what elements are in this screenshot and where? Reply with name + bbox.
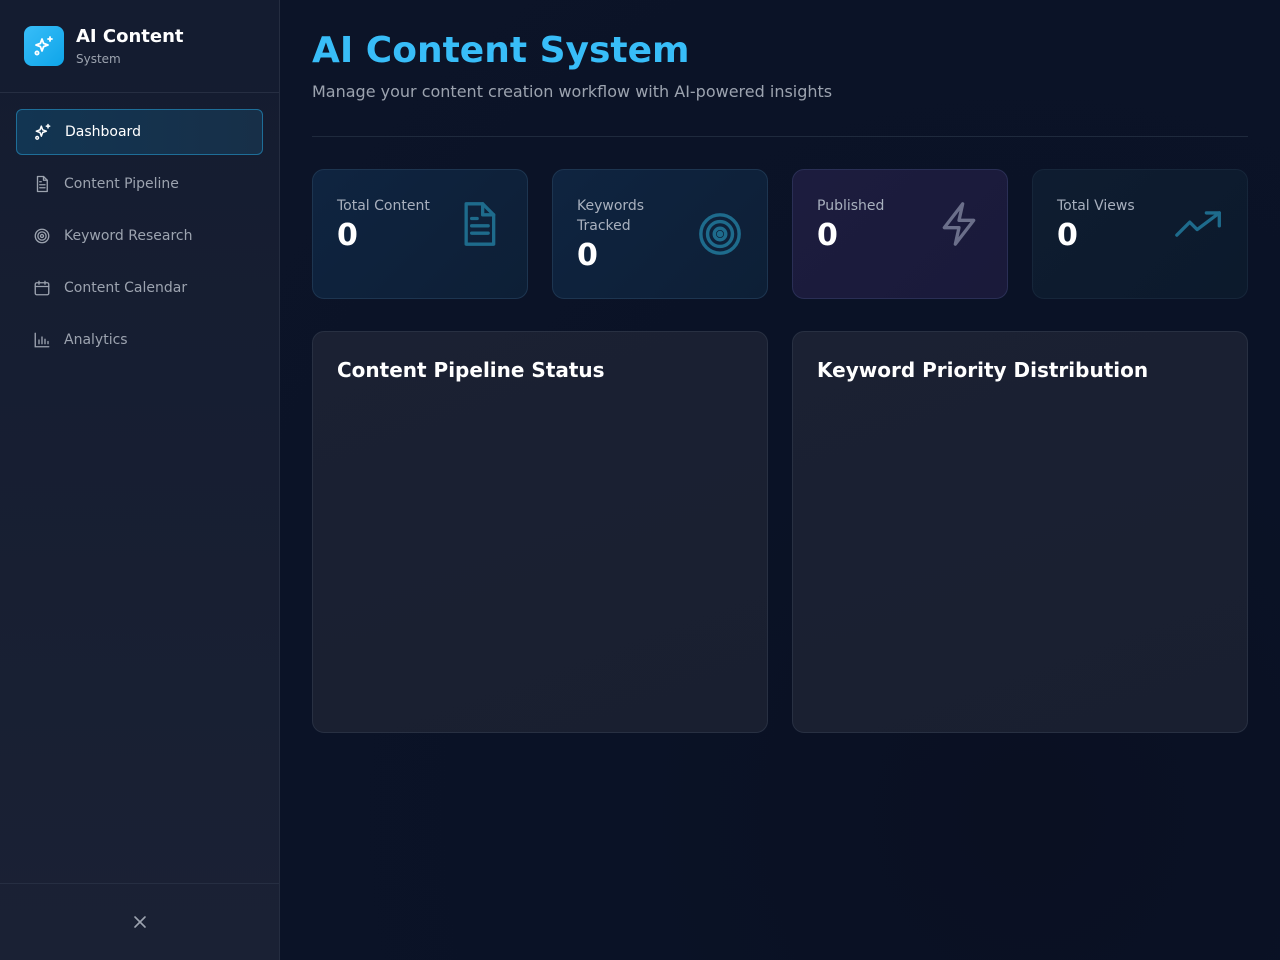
page-title: AI Content System (312, 30, 690, 71)
sidebar-item-content-pipeline[interactable]: Content Pipeline (16, 161, 263, 207)
target-icon (32, 226, 52, 246)
calendar-icon (32, 278, 52, 298)
stat-label: Keywords Tracked (577, 198, 645, 234)
sidebar-item-content-calendar[interactable]: Content Calendar (16, 265, 263, 311)
stat-label: Total Content (337, 198, 430, 214)
target-icon (696, 210, 744, 258)
brand-title: AI Content (76, 26, 184, 47)
stat-value: 0 (577, 238, 598, 273)
close-icon (133, 916, 146, 928)
brand: AI Content System (0, 0, 279, 93)
content-pipeline-status-panel: Content Pipeline Status (312, 331, 768, 733)
panel-title: Content Pipeline Status (337, 358, 605, 382)
panel-title: Keyword Priority Distribution (817, 358, 1149, 382)
sidebar-item-label: Keyword Research (64, 228, 193, 244)
sidebar-nav: Dashboard Content Pipeline Keyword Resea… (16, 109, 263, 369)
document-icon (32, 174, 52, 194)
trending-up-icon (1175, 200, 1223, 248)
brand-subtitle: System (76, 52, 121, 66)
sidebar-item-keyword-research[interactable]: Keyword Research (16, 213, 263, 259)
keyword-priority-distribution-panel: Keyword Priority Distribution (792, 331, 1248, 733)
stat-label: Total Views (1057, 198, 1135, 214)
stat-card-published: Published 0 (792, 169, 1008, 299)
document-icon (455, 200, 503, 248)
lightning-icon (935, 200, 983, 248)
close-sidebar-button[interactable] (128, 910, 152, 934)
page-subtitle: Manage your content creation workflow wi… (312, 82, 833, 101)
sidebar-item-label: Content Calendar (64, 280, 188, 296)
sidebar-item-label: Analytics (64, 332, 128, 348)
stat-card-keywords-tracked: Keywords Tracked 0 (552, 169, 768, 299)
divider (312, 136, 1248, 137)
stat-value: 0 (1057, 218, 1078, 253)
sparkles-icon (33, 122, 53, 142)
stat-label: Published (817, 198, 885, 214)
sidebar-footer (0, 883, 279, 960)
stat-value: 0 (817, 218, 838, 253)
stat-card-total-content: Total Content 0 (312, 169, 528, 299)
bar-chart-icon (32, 330, 52, 350)
stat-card-total-views: Total Views 0 (1032, 169, 1248, 299)
sidebar-item-label: Dashboard (65, 124, 141, 140)
main-content: AI Content System Manage your content cr… (280, 0, 1280, 960)
stat-value: 0 (337, 218, 358, 253)
sidebar-item-analytics[interactable]: Analytics (16, 317, 263, 363)
sidebar-item-label: Content Pipeline (64, 176, 179, 192)
sparkles-icon (24, 26, 64, 66)
sidebar: AI Content System Dashboard Content Pipe… (0, 0, 280, 960)
sidebar-item-dashboard[interactable]: Dashboard (16, 109, 263, 155)
